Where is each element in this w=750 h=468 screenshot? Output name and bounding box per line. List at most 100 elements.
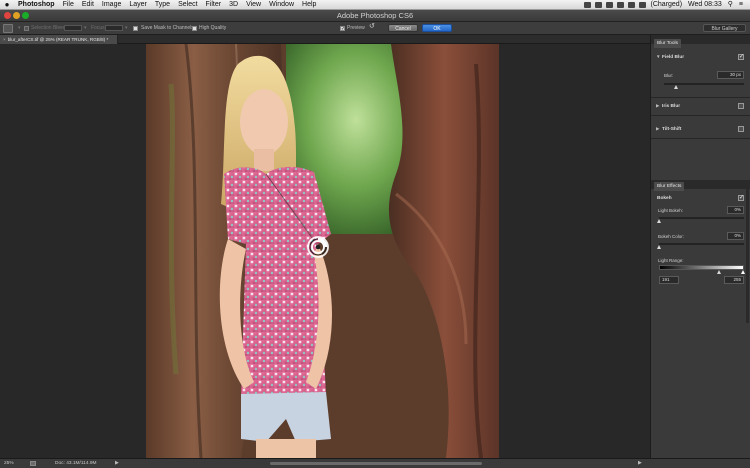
bokeh-label: Bokeh	[657, 196, 672, 201]
menu-file[interactable]: File	[59, 0, 78, 10]
collapse-triangle-icon[interactable]: ▼	[656, 54, 661, 59]
tab-blur-tools[interactable]: Blur Tools	[654, 39, 681, 48]
volume-icon[interactable]	[627, 1, 635, 8]
menu-select[interactable]: Select	[174, 0, 201, 10]
document-canvas[interactable]	[0, 44, 650, 458]
iris-blur-label: Iris Blur	[662, 104, 681, 109]
apple-menu-icon[interactable]: ●	[0, 0, 14, 10]
blur-amount-slider-thumb[interactable]	[674, 85, 678, 89]
blur-pin-handle[interactable]	[307, 236, 329, 258]
dropdown-arrow-icon[interactable]: ▾	[125, 25, 128, 32]
battery-icon[interactable]	[638, 1, 646, 8]
menu-layer[interactable]: Layer	[125, 0, 151, 10]
tilt-shift-label: Tilt-Shift	[662, 127, 682, 132]
light-range-low-input[interactable]: 191	[659, 276, 679, 284]
window-titlebar: Adobe Photoshop CS6	[0, 10, 750, 22]
field-blur-row[interactable]: ▼ Field Blur ✓	[651, 52, 750, 62]
spotlight-icon[interactable]: ⚲	[725, 0, 736, 10]
blur-panels: Blur Tools ▼ Field Blur ✓ Blur: 30 px ▶ …	[650, 35, 750, 458]
menu-view[interactable]: View	[242, 0, 265, 10]
window-title: Adobe Photoshop CS6	[336, 11, 414, 20]
status-bar: 25% Doc: 43.1M/114.9M ▶ ▶	[0, 458, 750, 468]
menu-type[interactable]: Type	[151, 0, 174, 10]
tilt-shift-row[interactable]: ▶ Tilt-Shift	[651, 124, 750, 134]
light-bokeh-label: Light Bokeh:	[658, 208, 684, 213]
menu-edit[interactable]: Edit	[78, 0, 98, 10]
light-bokeh-input[interactable]: 0%	[727, 206, 744, 214]
sync-icon[interactable]	[594, 1, 602, 8]
options-bar: ▾ Selection Bleed: ▾ Focus: ▾ Save Mask …	[0, 22, 750, 35]
light-range-high-thumb[interactable]	[741, 270, 745, 274]
expand-triangle-icon[interactable]: ▶	[656, 126, 660, 132]
tool-preset-icon[interactable]	[3, 24, 13, 33]
bokeh-color-input[interactable]: 0%	[727, 232, 744, 240]
photoshop-window: ● Photoshop File Edit Image Layer Type S…	[0, 0, 750, 468]
field-blur-label: Field Blur	[662, 55, 685, 60]
dropdown-arrow-icon[interactable]: ▾	[84, 25, 87, 32]
horizontal-scrollbar[interactable]	[270, 462, 482, 465]
notifications-icon[interactable]: ≡	[736, 0, 746, 10]
save-mask-checkbox[interactable]	[133, 26, 138, 31]
high-quality-checkbox[interactable]	[192, 26, 197, 31]
expand-triangle-icon[interactable]: ▶	[656, 103, 660, 109]
field-blur-checkbox[interactable]: ✓	[738, 54, 744, 60]
light-range-low-thumb[interactable]	[717, 270, 721, 274]
panel-scrollbar[interactable]	[746, 183, 749, 323]
battery-status: (Charged)	[650, 0, 683, 8]
document-tab-title: blur_afterCS.tif @ 25% (REAR TRUNK, RGB/…	[7, 37, 109, 42]
divider	[651, 138, 750, 139]
bokeh-checkbox[interactable]: ✓	[738, 195, 744, 201]
divider	[651, 115, 750, 116]
light-range-label: Light Range:	[658, 258, 684, 263]
status-tray: (Charged) Wed 08:33 ⚲ ≡	[582, 0, 750, 10]
clock[interactable]: Wed 08:33	[685, 0, 725, 10]
doc-size: Doc: 43.1M/114.9M	[55, 461, 97, 466]
dropdown-arrow-icon[interactable]: ▾	[18, 25, 21, 32]
selection-bleed-field[interactable]	[64, 25, 82, 31]
scroll-right-arrow-icon[interactable]: ▶	[638, 459, 642, 468]
close-tab-icon[interactable]: ×	[3, 37, 6, 42]
bluetooth-icon[interactable]	[605, 1, 613, 8]
zoom-level[interactable]: 25%	[4, 459, 14, 468]
light-range-gradient[interactable]	[659, 265, 744, 270]
bokeh-color-track[interactable]	[659, 243, 744, 245]
focus-label: Focus:	[91, 25, 107, 31]
blur-gallery-dropdown[interactable]: Blur Gallery	[703, 24, 746, 32]
mac-menubar: ● Photoshop File Edit Image Layer Type S…	[0, 0, 750, 10]
reset-pins-icon[interactable]: ↺	[369, 23, 375, 30]
high-quality-label: High Quality	[199, 25, 227, 31]
blur-amount-input[interactable]: 30 px	[717, 71, 744, 79]
preview-checkbox[interactable]: ✓	[340, 26, 345, 32]
bokeh-color-label: Bokeh Color:	[658, 234, 685, 239]
tab-blur-effects[interactable]: Blur Effects	[654, 182, 685, 191]
blur-amount-label: Blur:	[664, 73, 674, 78]
menu-image[interactable]: Image	[98, 0, 125, 10]
document-tab[interactable]: × blur_afterCS.tif @ 25% (REAR TRUNK, RGB…	[0, 35, 118, 44]
document-tabbar: × blur_afterCS.tif @ 25% (REAR TRUNK, RGB…	[0, 35, 650, 44]
ok-button[interactable]: OK	[422, 24, 452, 32]
menu-filter[interactable]: Filter	[202, 0, 226, 10]
document-icon[interactable]	[30, 461, 36, 466]
preview-label: Preview	[347, 25, 365, 31]
dropbox-icon[interactable]	[583, 1, 591, 8]
menu-3d[interactable]: 3D	[225, 0, 242, 10]
bokeh-color-slider-thumb[interactable]	[657, 245, 661, 249]
cancel-button[interactable]: Cancel	[388, 24, 418, 32]
wifi-icon[interactable]	[616, 1, 624, 8]
light-range-high-input[interactable]: 255	[724, 276, 744, 284]
divider	[651, 97, 750, 98]
iris-blur-row[interactable]: ▶ Iris Blur	[651, 101, 750, 111]
status-menu-arrow-icon[interactable]: ▶	[115, 459, 119, 468]
focus-field[interactable]	[105, 25, 123, 31]
menu-help[interactable]: Help	[298, 0, 320, 10]
tilt-shift-checkbox[interactable]	[738, 126, 744, 132]
selection-bleed-checkbox[interactable]	[24, 26, 29, 31]
light-bokeh-slider-thumb[interactable]	[657, 219, 661, 223]
selection-bleed-label: Selection Bleed:	[31, 25, 68, 31]
menu-window[interactable]: Window	[265, 0, 298, 10]
light-bokeh-track[interactable]	[659, 217, 744, 219]
menu-app[interactable]: Photoshop	[14, 0, 59, 10]
save-mask-label: Save Mask to Channels	[141, 25, 194, 31]
bokeh-row[interactable]: Bokeh ✓	[651, 193, 750, 203]
iris-blur-checkbox[interactable]	[738, 103, 744, 109]
